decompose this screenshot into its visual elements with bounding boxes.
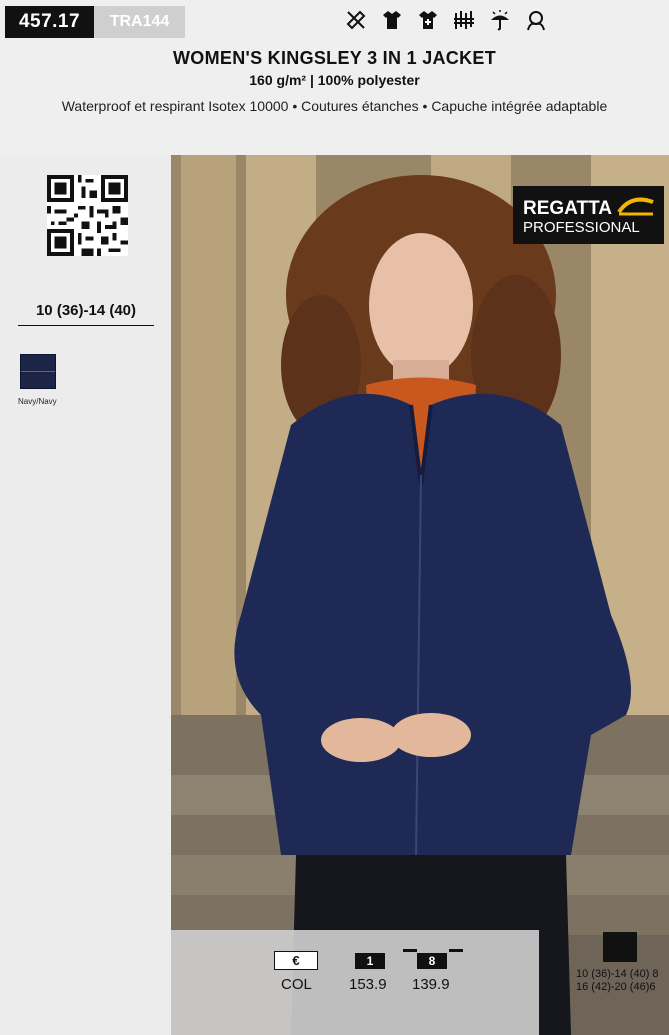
umbrella-sun-icon bbox=[489, 9, 511, 31]
product-photo bbox=[171, 155, 669, 1035]
hood-icon bbox=[525, 9, 547, 31]
tier-1-price: 153.9 bbox=[349, 976, 387, 993]
no-iron-icon bbox=[345, 9, 367, 31]
tier-2-dash-right bbox=[449, 949, 463, 952]
color-swatch[interactable] bbox=[20, 354, 56, 389]
tier-1-qty-badge: 1 bbox=[355, 953, 385, 969]
packaging-line-2: 16 (42)-20 (46)6 bbox=[576, 981, 656, 993]
tier-2-dash-left bbox=[403, 949, 417, 952]
sku-code: TRA144 bbox=[94, 6, 185, 38]
tier-2-qty-badge: 8 bbox=[417, 953, 447, 969]
color-swatch-label: Navy/Navy bbox=[18, 397, 57, 406]
product-sidebar: 10 (36)-14 (40) Navy/Navy bbox=[0, 155, 171, 1035]
brand-subline: PROFESSIONAL bbox=[523, 219, 640, 236]
col-label: COL bbox=[281, 976, 312, 993]
product-title: WOMEN'S KINGSLEY 3 IN 1 JACKET bbox=[173, 48, 496, 68]
brand-wave-icon bbox=[617, 197, 654, 216]
size-range: 10 (36)-14 (40) bbox=[18, 302, 154, 326]
qr-code[interactable] bbox=[47, 175, 128, 256]
carton-icon bbox=[603, 932, 637, 962]
product-subtitle: 160 g/m² | 100% polyester bbox=[249, 72, 420, 88]
tshirt-icon bbox=[381, 9, 403, 31]
tshirt-plus-icon bbox=[417, 9, 439, 31]
product-description: Waterproof et respirant Isotex 10000 • C… bbox=[61, 98, 608, 114]
product-header: 457.17 TRA144 WOMEN'S KINGSLEY 3 IN 1 JA… bbox=[0, 0, 669, 155]
reference-code: 457.17 bbox=[5, 6, 94, 38]
fabric-icon bbox=[453, 9, 475, 31]
feature-icons bbox=[345, 8, 547, 32]
tier-2-price: 139.9 bbox=[412, 976, 450, 993]
brand-logo: REGATTA PROFESSIONAL bbox=[513, 186, 664, 244]
brand-name: REGATTA bbox=[523, 198, 613, 219]
packaging-line-1: 10 (36)-14 (40) 8 bbox=[576, 968, 659, 980]
currency-badge: € bbox=[274, 951, 318, 970]
packaging-info: 10 (36)-14 (40) 8 16 (42)-20 (46)6 bbox=[576, 968, 669, 994]
